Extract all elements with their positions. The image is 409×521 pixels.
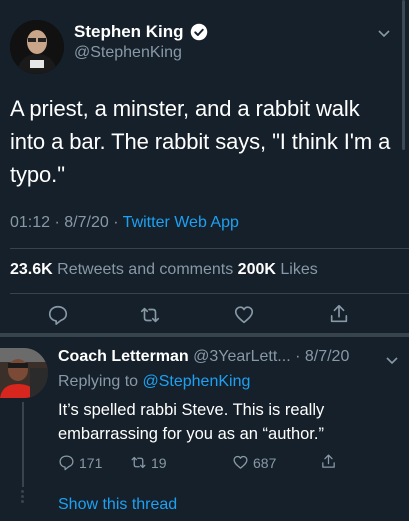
tweet-stats: 23.6K Retweets and comments 200K Likes [10, 261, 318, 279]
verified-badge-icon [190, 23, 208, 41]
show-thread-link[interactable]: Show this thread [58, 496, 177, 514]
retweet-icon[interactable] [139, 304, 161, 326]
retweets-stat[interactable]: 23.6K Retweets and comments [10, 261, 238, 278]
reply-likes-count: 687 [253, 454, 277, 471]
author-display-name[interactable]: Stephen King [74, 22, 184, 42]
tweet-text: A priest, a minster, and a rabbit walk i… [10, 96, 391, 187]
chevron-down-icon[interactable] [377, 26, 391, 40]
reply-text: It’s spelled rabbi Steve. This is really… [58, 401, 325, 443]
reply-retweet-button[interactable]: 19 [130, 454, 167, 471]
reply-header: Coach Letterman @3YearLett... · 8/7/20 [58, 348, 349, 366]
reply-actions: 171 19 687 [58, 454, 398, 474]
tweet-timestamp[interactable]: 01:12 · 8/7/20 · [10, 214, 123, 231]
reply-icon[interactable] [47, 304, 69, 326]
reply-retweets-count: 19 [151, 454, 167, 471]
reply-avatar[interactable] [0, 348, 48, 398]
reply-share-button[interactable] [320, 453, 337, 470]
scrollbar[interactable] [402, 0, 405, 150]
retweet-icon [131, 456, 146, 469]
reply-icon [59, 455, 74, 471]
divider [10, 248, 409, 249]
like-heart-icon [233, 455, 248, 469]
tweet-source-link[interactable]: Twitter Web App [123, 214, 239, 231]
reply-display-name[interactable]: Coach Letterman [58, 348, 189, 365]
chevron-down-icon[interactable] [385, 353, 399, 367]
reply-avatar-image [0, 348, 48, 398]
tweet-meta: 01:12 · 8/7/20 · Twitter Web App [10, 214, 239, 232]
replying-to-mention[interactable]: @StephenKing [143, 373, 251, 390]
avatar-image [10, 20, 64, 74]
reply-replies-count: 171 [79, 454, 103, 471]
main-tweet: Stephen King @StephenKing A priest, a mi… [0, 0, 409, 340]
reply-like-button[interactable]: 687 [232, 454, 276, 471]
author-handle[interactable]: @StephenKing [74, 44, 182, 62]
thread-line [22, 402, 24, 487]
section-divider [0, 333, 409, 337]
reply-reply-button[interactable]: 171 [58, 454, 102, 471]
share-icon [322, 454, 335, 468]
tweet-actions [0, 303, 409, 333]
reply-handle-date[interactable]: @3YearLett... · 8/7/20 [189, 348, 349, 365]
reply-tweet[interactable]: Coach Letterman @3YearLett... · 8/7/20 R… [0, 340, 409, 521]
like-heart-icon[interactable] [233, 304, 255, 326]
divider [10, 293, 409, 294]
share-icon[interactable] [328, 303, 350, 325]
avatar[interactable] [10, 20, 64, 74]
author-name-row: Stephen King [74, 22, 208, 42]
thread-dots [21, 490, 25, 505]
likes-stat[interactable]: 200K Likes [238, 261, 318, 278]
replying-to: Replying to @StephenKing [58, 373, 251, 390]
